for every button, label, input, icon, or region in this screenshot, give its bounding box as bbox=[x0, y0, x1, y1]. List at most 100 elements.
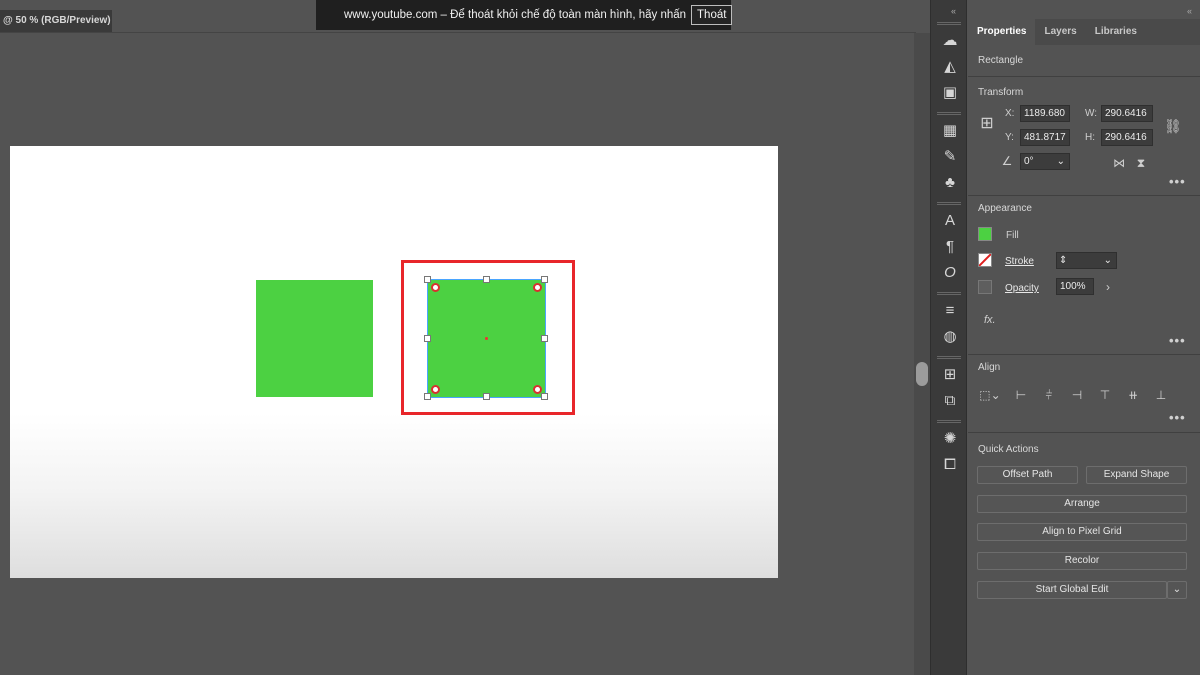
strip-grip[interactable] bbox=[937, 292, 961, 295]
chevron-down-icon[interactable]: ⌄ bbox=[1104, 253, 1112, 268]
align-top-icon[interactable]: ⊤ bbox=[1098, 388, 1112, 402]
chevron-down-icon: ⌄ bbox=[1172, 584, 1182, 595]
color-guide-icon[interactable]: ✺ bbox=[939, 429, 961, 449]
opacity-link[interactable]: Opacity bbox=[1005, 283, 1039, 294]
resize-handle-bottom-left[interactable] bbox=[424, 393, 431, 400]
fill-swatch[interactable] bbox=[978, 227, 992, 241]
resize-handle-top[interactable] bbox=[483, 276, 490, 283]
artboards-icon[interactable]: ⧠ bbox=[939, 455, 961, 475]
arrange-button[interactable]: Arrange bbox=[977, 495, 1187, 513]
corner-radius-widget-top-right[interactable] bbox=[533, 283, 542, 292]
resize-handle-bottom-right[interactable] bbox=[541, 393, 548, 400]
resize-handle-top-right[interactable] bbox=[541, 276, 548, 283]
strip-grip[interactable] bbox=[937, 22, 961, 25]
scrollbar-thumb[interactable] bbox=[916, 362, 928, 386]
center-point bbox=[485, 337, 488, 340]
reference-point-icon[interactable]: ⊞ bbox=[977, 116, 997, 132]
align-to-pixel-grid-button[interactable]: Align to Pixel Grid bbox=[977, 523, 1187, 541]
x-label: X: bbox=[1005, 108, 1015, 119]
x-field[interactable]: 1189.680 bbox=[1020, 105, 1070, 122]
stepper-icon[interactable]: ⇕ bbox=[1059, 253, 1067, 268]
divider bbox=[968, 432, 1200, 433]
align-title: Align bbox=[978, 362, 1001, 373]
rotate-icon: ∠ bbox=[1001, 154, 1013, 168]
width-field[interactable]: 290.6416 bbox=[1101, 105, 1153, 122]
constrain-proportions-icon[interactable]: ⛓ bbox=[1164, 119, 1182, 133]
strip-grip[interactable] bbox=[937, 356, 961, 359]
stroke-link[interactable]: Stroke bbox=[1005, 256, 1034, 267]
stroke-swatch[interactable] bbox=[978, 253, 992, 267]
resize-handle-bottom[interactable] bbox=[483, 393, 490, 400]
swatches-icon[interactable]: ▦ bbox=[939, 121, 961, 141]
align-right-icon[interactable]: ⊣ bbox=[1070, 388, 1084, 402]
align-bottom-icon[interactable]: ⊥ bbox=[1154, 388, 1168, 402]
height-field[interactable]: 290.6416 bbox=[1101, 129, 1153, 146]
collapse-strip-icon[interactable]: « bbox=[951, 6, 956, 16]
symbols-icon[interactable]: ♣ bbox=[939, 173, 961, 193]
w-label: W: bbox=[1085, 108, 1098, 119]
appearance-title: Appearance bbox=[978, 203, 1032, 214]
flip-vertical-icon[interactable]: ⧗ bbox=[1134, 156, 1148, 170]
flip-horizontal-icon[interactable]: ⋈ bbox=[1112, 156, 1126, 170]
opacity-field[interactable]: 100% bbox=[1056, 278, 1094, 295]
stroke-panel-icon[interactable]: ≡ bbox=[939, 301, 961, 321]
transform-title: Transform bbox=[978, 87, 1024, 98]
gradient-icon[interactable]: ◭ bbox=[939, 57, 961, 77]
fullscreen-banner: www.youtube.com – Để thoát khỏi chế độ t… bbox=[316, 0, 733, 30]
h-label: H: bbox=[1085, 132, 1095, 143]
more-align-options-icon[interactable]: ••• bbox=[1169, 410, 1186, 425]
start-global-edit-button[interactable]: Start Global Edit bbox=[977, 581, 1167, 599]
opentype-icon[interactable]: O bbox=[939, 263, 961, 283]
corner-radius-widget-top-left[interactable] bbox=[431, 283, 440, 292]
align-horizontal-center-icon[interactable]: ⫩ bbox=[1042, 388, 1056, 402]
more-appearance-options-icon[interactable]: ••• bbox=[1169, 333, 1186, 348]
stroke-weight-field[interactable]: ⇕ ⌄ bbox=[1056, 252, 1117, 269]
align-vertical-center-icon[interactable]: ⧺ bbox=[1126, 388, 1140, 402]
y-label: Y: bbox=[1005, 132, 1014, 143]
green-rectangle[interactable] bbox=[256, 280, 373, 397]
strip-grip[interactable] bbox=[937, 112, 961, 115]
corner-radius-widget-bottom-left[interactable] bbox=[431, 385, 440, 394]
y-field[interactable]: 481.8717 bbox=[1020, 129, 1070, 146]
resize-handle-left[interactable] bbox=[424, 335, 431, 342]
corner-radius-widget-bottom-right[interactable] bbox=[533, 385, 542, 394]
rotation-field[interactable]: 0° ⌄ bbox=[1020, 153, 1070, 170]
transparency-icon[interactable]: ▣ bbox=[939, 83, 961, 103]
libraries-icon[interactable]: ☁ bbox=[939, 31, 961, 51]
resize-handle-right[interactable] bbox=[541, 335, 548, 342]
align-to-selection-icon[interactable]: ⬚⌄ bbox=[978, 388, 1002, 402]
global-edit-dropdown[interactable]: ⌄ bbox=[1167, 581, 1187, 599]
exit-fullscreen-button[interactable]: Thoát bbox=[691, 5, 733, 25]
more-transform-options-icon[interactable]: ••• bbox=[1169, 174, 1186, 189]
tab-properties[interactable]: Properties bbox=[968, 19, 1036, 45]
chevron-down-icon[interactable]: ⌄ bbox=[1057, 154, 1065, 169]
chevron-right-icon[interactable]: › bbox=[1102, 280, 1114, 294]
tab-libraries[interactable]: Libraries bbox=[1086, 19, 1146, 45]
brushes-icon[interactable]: ✎ bbox=[939, 147, 961, 167]
panel-tabs: Properties Layers Libraries bbox=[968, 19, 1200, 45]
appearance-panel-icon[interactable]: ◍ bbox=[939, 327, 961, 347]
strip-grip[interactable] bbox=[937, 420, 961, 423]
tab-bar-divider bbox=[0, 32, 916, 33]
collapse-panel-icon[interactable]: « bbox=[1187, 6, 1192, 16]
document-tab[interactable]: @ 50 % (RGB/Preview) bbox=[0, 10, 112, 32]
divider bbox=[968, 354, 1200, 355]
recolor-button[interactable]: Recolor bbox=[977, 552, 1187, 570]
transform-panel-icon[interactable]: ⊞ bbox=[939, 365, 961, 385]
properties-panel: « Properties Layers Libraries Rectangle … bbox=[968, 0, 1200, 675]
paragraph-icon[interactable]: ¶ bbox=[939, 237, 961, 257]
character-icon[interactable]: A bbox=[939, 211, 961, 231]
expand-shape-button[interactable]: Expand Shape bbox=[1086, 466, 1187, 484]
align-left-icon[interactable]: ⊢ bbox=[1014, 388, 1028, 402]
artboard[interactable] bbox=[10, 146, 778, 578]
tab-layers[interactable]: Layers bbox=[1035, 19, 1085, 45]
vertical-scrollbar[interactable] bbox=[914, 33, 930, 675]
strip-grip[interactable] bbox=[937, 202, 961, 205]
quick-actions-title: Quick Actions bbox=[978, 444, 1039, 455]
fx-button[interactable]: fx. bbox=[984, 314, 996, 326]
resize-handle-top-left[interactable] bbox=[424, 276, 431, 283]
selected-green-rectangle[interactable] bbox=[424, 276, 548, 400]
pathfinder-icon[interactable]: ⧉ bbox=[939, 391, 961, 411]
offset-path-button[interactable]: Offset Path bbox=[977, 466, 1078, 484]
illustrator-window: @ 50 % (RGB/Preview) www.youtube.com – Đ… bbox=[0, 0, 1200, 675]
